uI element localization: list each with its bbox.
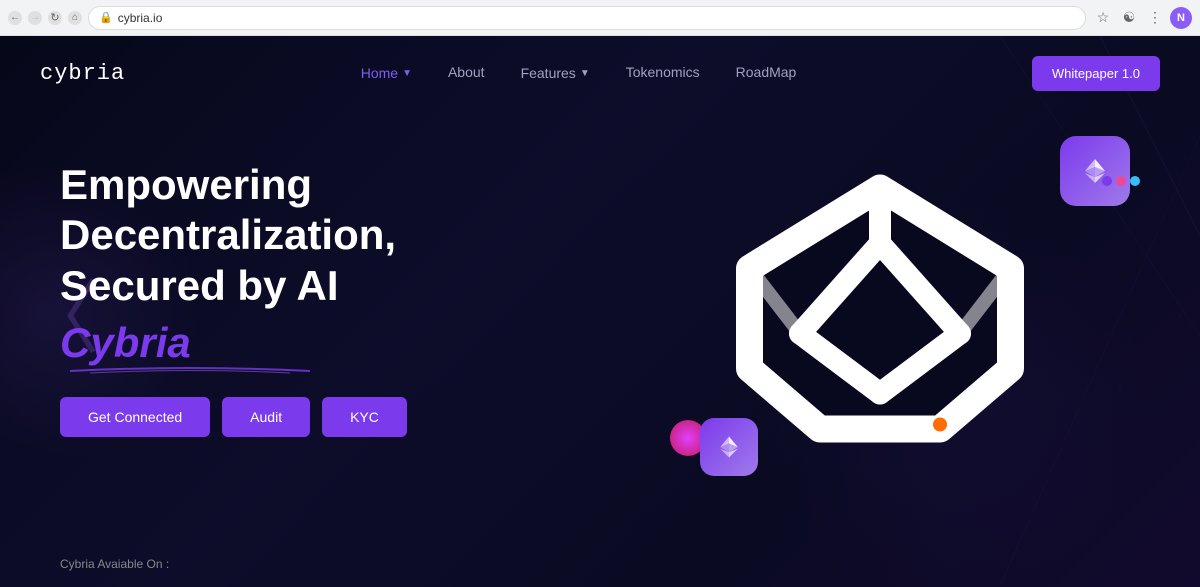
site-logo[interactable]: cybria bbox=[40, 61, 125, 86]
hero-brand: Cybria bbox=[60, 319, 407, 367]
forward-button[interactable]: → bbox=[28, 11, 42, 25]
browser-chrome: ← → ↻ ⌂ 🔒 cybria.io ☆ ☯ ⋮ N bbox=[0, 0, 1200, 36]
lock-icon: 🔒 bbox=[99, 11, 113, 24]
get-connected-button[interactable]: Get Connected bbox=[60, 397, 210, 437]
menu-button[interactable]: ⋮ bbox=[1144, 7, 1166, 29]
audit-button[interactable]: Audit bbox=[222, 397, 310, 437]
reload-button[interactable]: ↻ bbox=[48, 11, 62, 25]
url-text: cybria.io bbox=[118, 11, 163, 25]
profile-button[interactable]: N bbox=[1170, 7, 1192, 29]
hero-underline: Cybria bbox=[60, 319, 407, 367]
back-button[interactable]: ← bbox=[8, 11, 22, 25]
bookmark-button[interactable]: ☆ bbox=[1092, 7, 1114, 29]
nav-links: Home ▼ About Features ▼ Tokenomics bbox=[361, 64, 797, 82]
hero-title: Empowering Decentralization, Secured by … bbox=[60, 160, 407, 311]
nav-roadmap[interactable]: RoadMap bbox=[736, 64, 797, 80]
nav-features[interactable]: Features ▼ bbox=[521, 65, 590, 81]
home-arrow-icon: ▼ bbox=[402, 68, 412, 79]
browser-actions: ☆ ☯ ⋮ N bbox=[1092, 7, 1192, 29]
hero-section: Empowering Decentralization, Secured by … bbox=[0, 110, 1200, 437]
underline-decoration bbox=[60, 363, 320, 375]
address-bar[interactable]: 🔒 cybria.io bbox=[88, 6, 1086, 30]
website-content: 〈 cybria Home ▼ About Features ▼ bbox=[0, 36, 1200, 587]
whitepaper-button[interactable]: Whitepaper 1.0 bbox=[1032, 56, 1160, 91]
home-button[interactable]: ⌂ bbox=[68, 11, 82, 25]
nav-tokenomics[interactable]: Tokenomics bbox=[626, 64, 700, 80]
features-arrow-icon: ▼ bbox=[580, 68, 590, 79]
action-buttons: Get Connected Audit KYC bbox=[60, 397, 407, 437]
kyc-button[interactable]: KYC bbox=[322, 397, 407, 437]
hero-text-block: Empowering Decentralization, Secured by … bbox=[60, 140, 407, 437]
extensions-button[interactable]: ☯ bbox=[1118, 7, 1140, 29]
nav-about[interactable]: About bbox=[448, 64, 485, 80]
available-on-label: Cybria Avaiable On : bbox=[60, 557, 169, 571]
navbar: cybria Home ▼ About Features ▼ bbox=[0, 36, 1200, 110]
nav-home[interactable]: Home ▼ bbox=[361, 65, 412, 81]
